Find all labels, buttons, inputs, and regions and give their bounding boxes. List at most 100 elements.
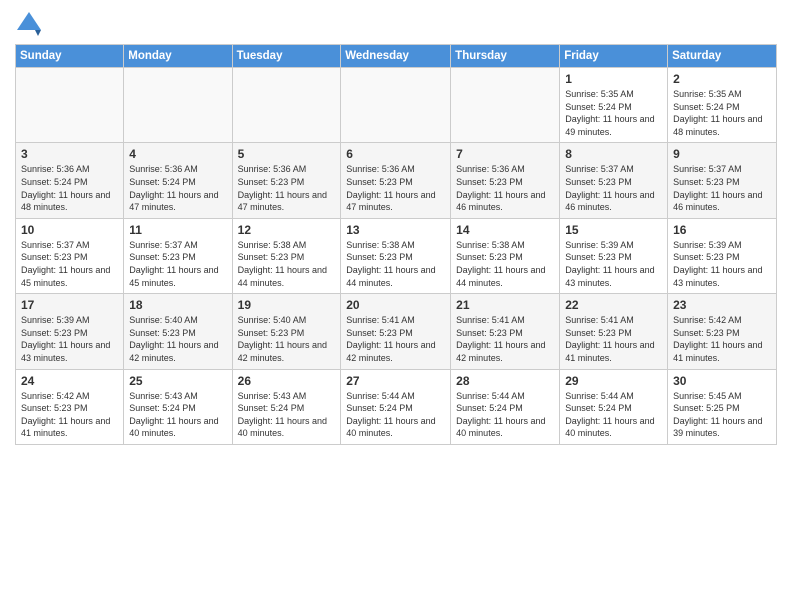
day-info: Sunrise: 5:41 AM Sunset: 5:23 PM Dayligh… (346, 314, 445, 364)
calendar-header-monday: Monday (124, 45, 232, 68)
calendar-cell: 16 Sunrise: 5:39 AM Sunset: 5:23 PM Dayli… (668, 218, 777, 293)
day-number: 13 (346, 223, 445, 237)
day-info: Sunrise: 5:36 AM Sunset: 5:23 PM Dayligh… (238, 163, 336, 213)
day-number: 4 (129, 147, 226, 161)
calendar-week-row: 3Sunrise: 5:36 AM Sunset: 5:24 PM Daylig… (16, 143, 777, 218)
calendar-week-row: 24Sunrise: 5:42 AM Sunset: 5:23 PM Dayli… (16, 369, 777, 444)
day-number: 15 (565, 223, 662, 237)
day-info: Sunrise: 5:36 AM Sunset: 5:24 PM Dayligh… (129, 163, 226, 213)
calendar-cell: 7 Sunrise: 5:36 AM Sunset: 5:23 PM Daylig… (451, 143, 560, 218)
day-info: Sunrise: 5:39 AM Sunset: 5:23 PM Dayligh… (21, 314, 118, 364)
day-number: 29 (565, 374, 662, 388)
day-info: Sunrise: 5:40 AM Sunset: 5:23 PM Dayligh… (129, 314, 226, 364)
day-info: Sunrise: 5:38 AM Sunset: 5:23 PM Dayligh… (238, 239, 336, 289)
header (15, 10, 777, 38)
calendar-cell: 4 Sunrise: 5:36 AM Sunset: 5:24 PM Daylig… (124, 143, 232, 218)
calendar-cell: 10 Sunrise: 5:37 AM Sunset: 5:23 PM Dayli… (16, 218, 124, 293)
day-info: Sunrise: 5:36 AM Sunset: 5:24 PM Dayligh… (21, 163, 118, 213)
day-info: Sunrise: 5:36 AM Sunset: 5:23 PM Dayligh… (456, 163, 554, 213)
calendar-header-tuesday: Tuesday (232, 45, 341, 68)
day-info: Sunrise: 5:37 AM Sunset: 5:23 PM Dayligh… (129, 239, 226, 289)
calendar-cell: 27 Sunrise: 5:44 AM Sunset: 5:24 PM Dayli… (341, 369, 451, 444)
day-number: 26 (238, 374, 336, 388)
calendar-cell: 22 Sunrise: 5:41 AM Sunset: 5:23 PM Dayli… (560, 294, 668, 369)
day-number: 17 (21, 298, 118, 312)
calendar-cell: 20 Sunrise: 5:41 AM Sunset: 5:23 PM Dayli… (341, 294, 451, 369)
calendar-cell: 14 Sunrise: 5:38 AM Sunset: 5:23 PM Dayli… (451, 218, 560, 293)
day-info: Sunrise: 5:35 AM Sunset: 5:24 PM Dayligh… (673, 88, 771, 138)
day-number: 22 (565, 298, 662, 312)
day-number: 30 (673, 374, 771, 388)
day-info: Sunrise: 5:44 AM Sunset: 5:24 PM Dayligh… (565, 390, 662, 440)
calendar-cell: 23 Sunrise: 5:42 AM Sunset: 5:23 PM Dayli… (668, 294, 777, 369)
logo (15, 10, 47, 38)
day-info: Sunrise: 5:44 AM Sunset: 5:24 PM Dayligh… (346, 390, 445, 440)
calendar-cell: 28Sunrise: 5:44 AM Sunset: 5:24 PM Dayli… (451, 369, 560, 444)
day-number: 11 (129, 223, 226, 237)
day-info: Sunrise: 5:38 AM Sunset: 5:23 PM Dayligh… (456, 239, 554, 289)
day-number: 12 (238, 223, 336, 237)
day-number: 9 (673, 147, 771, 161)
day-number: 14 (456, 223, 554, 237)
day-info: Sunrise: 5:39 AM Sunset: 5:23 PM Dayligh… (673, 239, 771, 289)
calendar-header-friday: Friday (560, 45, 668, 68)
calendar-header-sunday: Sunday (16, 45, 124, 68)
day-number: 8 (565, 147, 662, 161)
day-number: 18 (129, 298, 226, 312)
calendar-cell: 30 Sunrise: 5:45 AM Sunset: 5:25 PM Dayli… (668, 369, 777, 444)
day-info: Sunrise: 5:45 AM Sunset: 5:25 PM Dayligh… (673, 390, 771, 440)
calendar-cell: 25 Sunrise: 5:43 AM Sunset: 5:24 PM Dayli… (124, 369, 232, 444)
calendar-cell: 6Sunrise: 5:36 AM Sunset: 5:23 PM Daylig… (341, 143, 451, 218)
calendar-cell: 15 Sunrise: 5:39 AM Sunset: 5:23 PM Dayli… (560, 218, 668, 293)
calendar-cell: 29 Sunrise: 5:44 AM Sunset: 5:24 PM Dayli… (560, 369, 668, 444)
calendar-header-row: SundayMondayTuesdayWednesdayThursdayFrid… (16, 45, 777, 68)
day-number: 10 (21, 223, 118, 237)
day-info: Sunrise: 5:42 AM Sunset: 5:23 PM Dayligh… (673, 314, 771, 364)
logo-icon (15, 10, 43, 38)
calendar-cell (232, 68, 341, 143)
calendar-cell (451, 68, 560, 143)
day-info: Sunrise: 5:38 AM Sunset: 5:23 PM Dayligh… (346, 239, 445, 289)
day-number: 1 (565, 72, 662, 86)
day-number: 27 (346, 374, 445, 388)
day-number: 20 (346, 298, 445, 312)
calendar-header-wednesday: Wednesday (341, 45, 451, 68)
day-number: 16 (673, 223, 771, 237)
calendar-cell: 11 Sunrise: 5:37 AM Sunset: 5:23 PM Dayli… (124, 218, 232, 293)
day-number: 7 (456, 147, 554, 161)
calendar-header-thursday: Thursday (451, 45, 560, 68)
day-number: 23 (673, 298, 771, 312)
day-info: Sunrise: 5:41 AM Sunset: 5:23 PM Dayligh… (456, 314, 554, 364)
day-number: 5 (238, 147, 336, 161)
day-info: Sunrise: 5:37 AM Sunset: 5:23 PM Dayligh… (21, 239, 118, 289)
calendar-cell: 5 Sunrise: 5:36 AM Sunset: 5:23 PM Daylig… (232, 143, 341, 218)
day-info: Sunrise: 5:40 AM Sunset: 5:23 PM Dayligh… (238, 314, 336, 364)
calendar-cell: 3Sunrise: 5:36 AM Sunset: 5:24 PM Daylig… (16, 143, 124, 218)
calendar-table: SundayMondayTuesdayWednesdayThursdayFrid… (15, 44, 777, 445)
day-number: 21 (456, 298, 554, 312)
calendar-cell (124, 68, 232, 143)
day-info: Sunrise: 5:35 AM Sunset: 5:24 PM Dayligh… (565, 88, 662, 138)
day-number: 6 (346, 147, 445, 161)
day-number: 19 (238, 298, 336, 312)
day-info: Sunrise: 5:37 AM Sunset: 5:23 PM Dayligh… (673, 163, 771, 213)
day-info: Sunrise: 5:42 AM Sunset: 5:23 PM Dayligh… (21, 390, 118, 440)
day-info: Sunrise: 5:41 AM Sunset: 5:23 PM Dayligh… (565, 314, 662, 364)
calendar-week-row: 10 Sunrise: 5:37 AM Sunset: 5:23 PM Dayli… (16, 218, 777, 293)
day-info: Sunrise: 5:43 AM Sunset: 5:24 PM Dayligh… (129, 390, 226, 440)
calendar-week-row: 17 Sunrise: 5:39 AM Sunset: 5:23 PM Dayli… (16, 294, 777, 369)
calendar-cell: 21 Sunrise: 5:41 AM Sunset: 5:23 PM Dayli… (451, 294, 560, 369)
day-info: Sunrise: 5:44 AM Sunset: 5:24 PM Dayligh… (456, 390, 554, 440)
calendar-cell (341, 68, 451, 143)
calendar-cell: 24Sunrise: 5:42 AM Sunset: 5:23 PM Dayli… (16, 369, 124, 444)
calendar-cell: 18 Sunrise: 5:40 AM Sunset: 5:23 PM Dayli… (124, 294, 232, 369)
calendar-cell (16, 68, 124, 143)
calendar-cell: 17 Sunrise: 5:39 AM Sunset: 5:23 PM Dayli… (16, 294, 124, 369)
calendar-cell: 13 Sunrise: 5:38 AM Sunset: 5:23 PM Dayli… (341, 218, 451, 293)
calendar-cell: 26 Sunrise: 5:43 AM Sunset: 5:24 PM Dayli… (232, 369, 341, 444)
calendar-cell: 19 Sunrise: 5:40 AM Sunset: 5:23 PM Dayli… (232, 294, 341, 369)
day-info: Sunrise: 5:43 AM Sunset: 5:24 PM Dayligh… (238, 390, 336, 440)
day-info: Sunrise: 5:39 AM Sunset: 5:23 PM Dayligh… (565, 239, 662, 289)
day-number: 25 (129, 374, 226, 388)
calendar-cell: 9 Sunrise: 5:37 AM Sunset: 5:23 PM Daylig… (668, 143, 777, 218)
